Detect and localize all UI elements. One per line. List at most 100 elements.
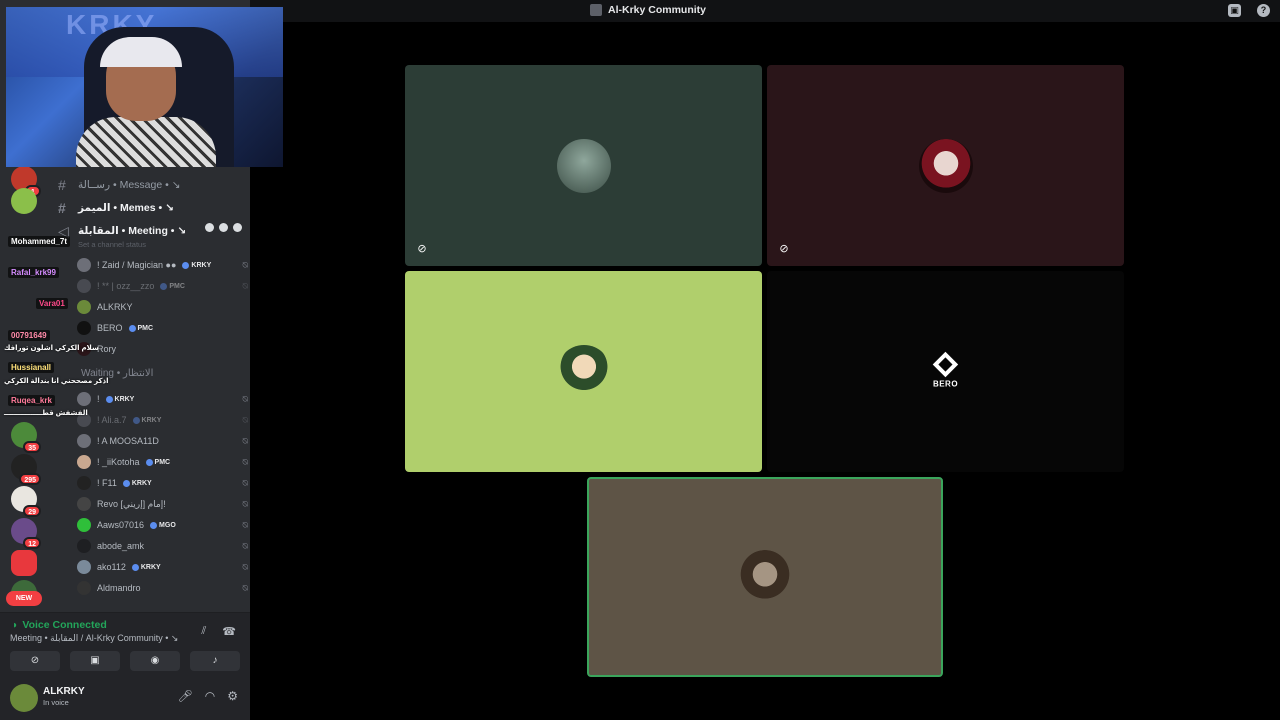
voice-member[interactable]: Aldmandro ⍉ [77,578,248,598]
voice-member[interactable]: Rory [77,339,242,359]
voice-status[interactable]: ◗ Voice Connected [12,619,107,631]
member-name: ! Zaid / Magician ●● [97,260,177,270]
avatar [77,434,91,448]
gear-icon[interactable]: ⚙ [227,689,238,703]
activity-button[interactable]: ◉ [130,651,180,671]
gear-icon[interactable] [233,223,242,232]
chat-message: ﺍﺫﻛﺮ ﻣﺼﺤﺤﻨﻲ ﺍﻧﺎ ﺑﻨﺪﺍﻟﺔ ﺍﻟﻜﺮﻛﻲ [4,378,109,385]
member-tag: KRKY [123,480,152,487]
mic-icon[interactable]: 🎤︎ [178,689,193,703]
title-actions: ▣ ? [1228,4,1270,17]
voice-member[interactable]: ! KRKY ⍉ [77,389,248,409]
voice-actions: ⫽ ☎ [201,625,236,638]
mic-muted-icon: ⍉ [242,435,248,446]
mention-badge: 29 [23,505,41,517]
avatar [77,476,91,490]
camera-button[interactable]: ⊘ [10,651,60,671]
chat-username-text: 00791649 [11,331,47,340]
member-name: ako112 [97,562,126,572]
member-name: Rory [97,344,117,354]
member-tag: PMC [146,459,171,466]
noise-suppression-icon[interactable]: ⫽ [201,625,206,638]
video-off-icon: ⊘ [417,243,427,255]
member-name: BERO [97,323,123,333]
window-title-group: Al-Krky Community [590,4,706,16]
member-name: ! F11 [97,478,117,488]
server-icon[interactable] [11,188,37,214]
member-name: ALKRKY [97,302,133,312]
channel-name: ﺍﻟﻤﻴﻤﺰ • Memes • ↘ [78,202,174,214]
avatar [918,138,973,193]
signal-icon: ◗ [12,619,19,631]
voice-member[interactable]: abode_amk ⍉ [77,536,248,556]
mic-muted-icon: ⍉ [242,498,248,509]
voice-member[interactable]: ! Ali.a.7 KRKY ⍉ [77,410,248,430]
headphones-icon[interactable]: ◠ [205,689,215,703]
invite-icon[interactable] [219,223,228,232]
channel-name: ﺍﻟﻤﻘﺎﺑﻠﺔ • Meeting • ↘ [78,225,187,237]
avatar[interactable] [10,684,38,712]
avatar [77,455,91,469]
voice-member[interactable]: BERO PMC [77,318,242,338]
voice-member[interactable]: ! _iiKotoha PMC ⍉ [77,452,248,472]
mic-muted-icon: ⍉ [242,456,248,467]
participant-tile[interactable]: ⊘ [767,65,1124,266]
participant-tile[interactable]: ⊘ [405,65,762,266]
avatar [556,138,611,193]
member-name: Aldmandro [97,583,141,593]
mic-muted-icon: ⍉ [242,477,248,488]
voice-location[interactable]: Meeting • ﺍﻟﻤﻘﺎﺑﻠﺔ / Al-Krky Community •… [10,633,178,644]
soundboard-button[interactable]: ♪ [190,651,240,671]
disconnect-icon[interactable]: ☎ [222,625,236,638]
channel-message[interactable]: # ﺭﺳــﺎﻟﺔ • Message • ↘ [58,175,248,195]
user-status: In voice [43,698,69,707]
bero-logo: BERO [932,351,959,388]
server-icon[interactable] [11,550,37,576]
new-servers-pill[interactable]: NEW [6,591,42,606]
chat-username: Rafal_krk99 [8,267,59,278]
voice-stage: ⊘ ⊘ BERO [250,22,1280,720]
participant-tile[interactable]: BERO [767,271,1124,472]
video-off-icon: ⊘ [779,243,789,255]
voice-member[interactable]: Revo ﺇﻣﺎﻡ [ﺇﺭﻳﻨﻲ]! ⍉ [77,494,248,514]
chat-username: Mohammed_7t [8,236,71,247]
voice-member[interactable]: ako112 KRKY ⍉ [77,557,248,577]
voice-member[interactable]: ! Zaid / Magician ●● KRKY ⍉ [77,255,248,275]
chat-icon[interactable] [205,223,214,232]
user-controls: 🎤︎ ◠ ⚙ [178,689,238,703]
username: ALKRKY [43,686,85,697]
member-name: ! A MOOSA11D [97,436,159,446]
participant-tile[interactable] [405,271,762,472]
member-tag: PMC [160,283,185,290]
channel-name: ﺭﺳــﺎﻟﺔ • Message • ↘ [78,179,181,191]
help-icon[interactable]: ? [1257,4,1270,17]
server-icon[interactable]: 295 [11,454,41,485]
server-icon[interactable]: 12 [11,518,41,549]
chat-username-text: Rafal_krk99 [11,268,56,277]
channel-memes[interactable]: # ﺍﻟﻤﻴﻤﺰ • Memes • ↘ [58,198,248,218]
chat-username: Hussianall [8,362,55,373]
voice-member[interactable]: ALKRKY [77,297,242,317]
user-panel: ALKRKY In voice 🎤︎ ◠ ⚙ [0,680,250,720]
mention-badge: 35 [23,441,41,453]
inbox-icon[interactable]: ▣ [1228,4,1241,17]
voice-member[interactable]: ! F11 KRKY ⍉ [77,473,248,493]
participant-tile-speaking[interactable] [587,477,943,677]
window-title: Al-Krky Community [608,4,707,16]
screen-share-button[interactable]: ▣ [70,651,120,671]
voice-member[interactable]: ! A MOOSA11D ⍉ [77,431,248,451]
chat-username-text: Ruqea_krk [11,396,52,405]
server-icon[interactable]: 29 [11,486,41,517]
mic-muted-icon: ⍉ [242,259,248,270]
chat-username-text: Vara01 [39,299,65,308]
voice-member[interactable]: ! ** | ozz__zzo PMC ⍉ [77,276,248,296]
diamond-icon [932,351,959,377]
avatar [77,497,91,511]
mic-muted-icon: ⍉ [242,393,248,404]
chat-username-text: Hussianall [11,363,52,372]
member-tag: KRKY [182,262,211,269]
member-tag: KRKY [106,396,135,403]
server-icon[interactable]: 35 [11,422,41,453]
voice-member[interactable]: Aaws07016 MGO ⍉ [77,515,248,535]
server-icon [590,4,602,16]
